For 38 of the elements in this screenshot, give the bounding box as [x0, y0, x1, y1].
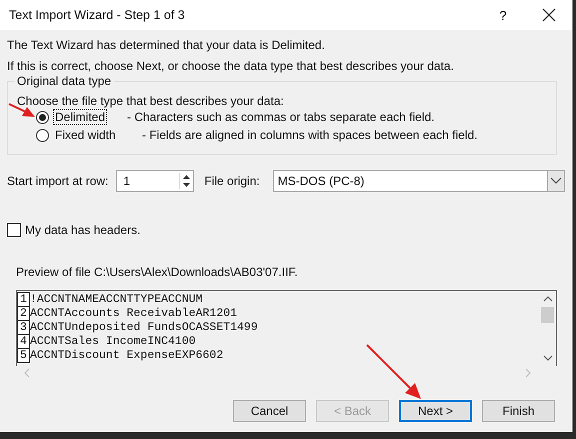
option-description: - Fields are aligned in columns with spaces between each field. [142, 128, 478, 142]
line-number: 5 [17, 348, 30, 362]
preview-line: !ACCNTNAMEACCNTTYPEACCNUM [30, 292, 203, 306]
scroll-up-icon[interactable] [542, 295, 552, 303]
preview-line: ACCNTDiscount ExpenseEXP6602 [30, 348, 224, 362]
file-origin-dropdown[interactable]: MS-DOS (PC-8) [272, 170, 565, 192]
scroll-down-icon[interactable] [542, 354, 552, 362]
group-title: Original data type [14, 74, 114, 88]
checkbox[interactable] [7, 223, 21, 237]
field-label: File origin: [204, 174, 260, 188]
intro-text: If this is correct, choose Next, or choose the data type that best describes your data. [7, 59, 455, 73]
line-number: 2 [17, 306, 30, 320]
scroll-thumb[interactable] [541, 307, 554, 323]
line-number: 4 [17, 334, 30, 348]
line-number: 3 [17, 320, 30, 334]
line-number: 1 [17, 292, 30, 306]
radio-button[interactable] [36, 128, 49, 142]
prompt-text: Choose the file type that best describes your data: [17, 94, 285, 108]
option-description: - Characters such as commas or tabs separate each field. [127, 110, 434, 124]
option-label[interactable]: Delimited [53, 109, 108, 125]
chevron-down-icon [550, 177, 562, 185]
window-title: Text Import Wizard - Step 1 of 3 [9, 8, 186, 22]
field-label: Start import at row: [7, 174, 108, 188]
wizard-button[interactable]: Finish [482, 400, 555, 422]
wizard-button[interactable]: Next > [399, 400, 472, 422]
help-button[interactable]: ? [480, 0, 526, 30]
preview-line: ACCNTSales IncomeINC4100 [30, 334, 196, 348]
close-icon [542, 8, 556, 22]
preview-label: Preview of file C:\Users\Alex\Downloads\AB03'07.IIF. [16, 265, 299, 279]
preview-line: ACCNTUndeposited FundsOCASSET1499 [30, 320, 258, 334]
wizard-button[interactable]: Cancel [233, 400, 306, 422]
annotation-arrow [366, 344, 422, 400]
intro-text: The Text Wizard has determined that your data is Delimited. [7, 38, 326, 52]
option-label[interactable]: Fixed width [53, 127, 121, 143]
checkbox-label[interactable]: My data has headers. [25, 223, 140, 237]
radio-button[interactable] [36, 110, 49, 124]
preview-line: ACCNTAccounts ReceivableAR1201 [30, 306, 238, 320]
row-spinner[interactable]: 1 [116, 170, 194, 192]
